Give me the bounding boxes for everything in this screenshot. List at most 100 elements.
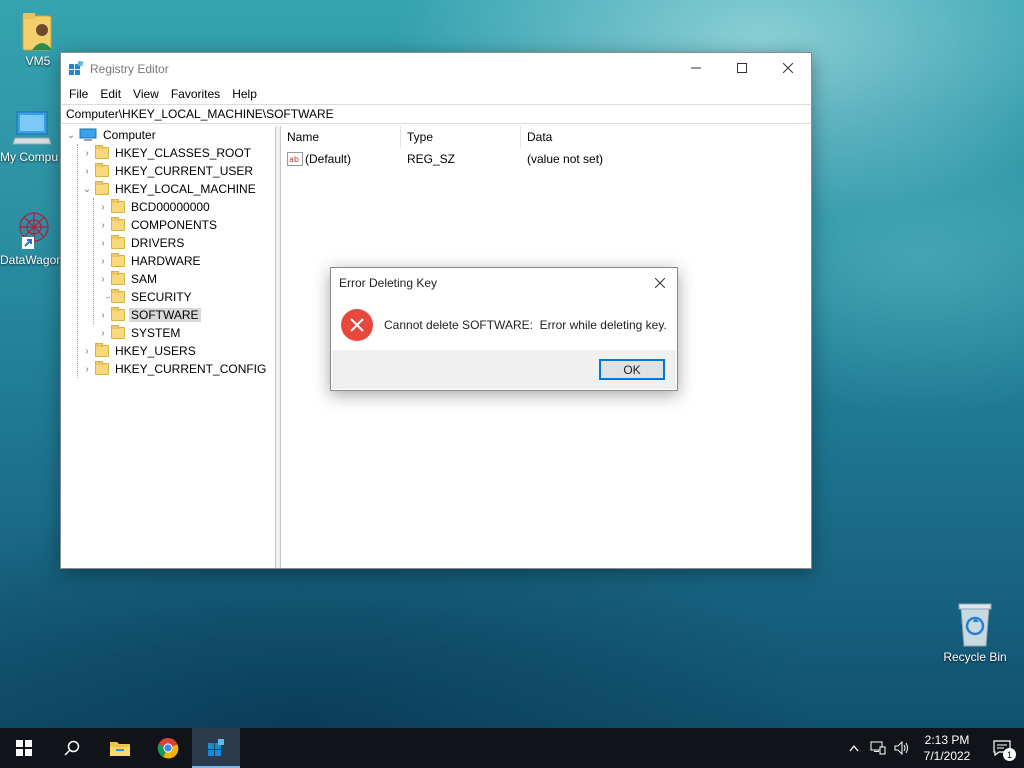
chevron-right-icon[interactable]: › [97,198,109,216]
column-header-data[interactable]: Data [521,126,807,148]
taskbar-file-explorer[interactable] [96,728,144,768]
error-icon [341,309,373,341]
menu-edit[interactable]: Edit [94,87,127,101]
column-header-name[interactable]: Name [281,125,401,148]
tree-item-bcd[interactable]: › BCD00000000 [97,198,212,216]
chevron-right-icon[interactable]: › [97,306,109,324]
action-center-button[interactable]: 1 [980,728,1024,768]
minimize-button[interactable] [673,53,719,83]
clock[interactable]: 2:13 PM 7/1/2022 [914,732,980,764]
user-folder-icon [22,13,52,51]
clock-date: 7/1/2022 [923,749,971,763]
tree-item-components[interactable]: › COMPONENTS [97,216,219,234]
chevron-down-icon[interactable]: ⌄ [65,126,77,144]
window-title: Registry Editor [90,61,169,76]
desktop-icon-recycle-bin[interactable]: Recycle Bin [936,600,1014,664]
ok-button[interactable]: OK [599,359,665,380]
notification-badge: 1 [1003,748,1016,761]
column-header-type[interactable]: Type [401,125,521,148]
tree-item-label: HKEY_CURRENT_CONFIG [115,362,267,376]
tree-item-hkcr[interactable]: › HKEY_CLASSES_ROOT [81,144,253,162]
tree-item-label: COMPONENTS [131,218,218,232]
tree-item-label: HKEY_CLASSES_ROOT [115,146,252,160]
folder-icon [95,361,109,375]
folder-icon [95,145,109,159]
tree-item-hklm[interactable]: ⌄ HKEY_LOCAL_MACHINE [81,180,258,198]
chevron-down-icon[interactable]: ⌄ [81,180,93,198]
registry-editor-icon [208,739,224,756]
tree-item-label: HKEY_LOCAL_MACHINE [115,182,256,196]
tree-item-hardware[interactable]: › HARDWARE [97,252,203,270]
tree-item-label: HKEY_USERS [115,344,196,358]
tree-item-hkcu[interactable]: › HKEY_CURRENT_USER [81,162,255,180]
tree-item-label: SAM [131,272,158,286]
chevron-right-icon[interactable]: › [97,216,109,234]
folder-icon [111,235,125,249]
tree-item-software[interactable]: › SOFTWARE [97,306,201,324]
folder-icon [95,163,109,177]
title-bar[interactable]: Registry Editor [61,53,811,84]
chevron-right-icon[interactable]: › [81,360,93,378]
close-button[interactable] [765,53,811,83]
value-name: (Default) [305,152,352,166]
recycle-bin-icon [958,603,992,647]
tree-connector [93,198,94,324]
chevron-right-icon[interactable]: › [97,252,109,270]
chevron-right-icon[interactable]: › [81,162,93,180]
desktop-icon-my-computer[interactable]: My Compu [0,108,62,164]
value-row[interactable]: ab (Default) REG_SZ (value not set) [281,150,811,168]
folder-icon [111,199,125,213]
tree-item-drivers[interactable]: › DRIVERS [97,234,186,252]
search-button[interactable] [48,728,96,768]
volume-button[interactable] [890,728,914,768]
desktop-icon-label: My Compu [0,150,59,164]
maximize-button[interactable] [719,53,765,83]
close-icon [783,63,793,73]
tree-item-hku[interactable]: › HKEY_USERS [81,342,198,360]
menu-help[interactable]: Help [226,87,263,101]
network-button[interactable] [866,728,890,768]
registry-editor-icon [69,60,84,75]
dialog-title-bar[interactable]: Error Deleting Key [331,268,677,298]
folder-icon [111,307,125,321]
tree-item-label: Computer [103,128,156,142]
chevron-right-icon[interactable]: › [81,144,93,162]
tree-item-hkcc[interactable]: › HKEY_CURRENT_CONFIG [81,360,268,378]
show-hidden-icons-button[interactable] [842,728,866,768]
chevron-right-icon[interactable]: › [81,342,93,360]
dialog-close-button[interactable] [649,272,671,294]
tree-item-label: SECURITY [131,290,192,304]
folder-icon [95,181,109,195]
start-button[interactable] [0,728,48,768]
menu-bar: File Edit View Favorites Help [61,84,811,104]
address-text: Computer\HKEY_LOCAL_MACHINE\SOFTWARE [66,107,334,121]
key-tree: ⌄ Computer › HKEY_CLASSES_ROOT › HKEY_CU… [61,126,276,568]
desktop-icon-datawagon[interactable]: DataWagon [0,207,62,267]
desktop-icon-label: DataWagon [0,253,62,267]
taskbar-chrome[interactable] [144,728,192,768]
tree-item-system[interactable]: › SYSTEM [97,324,182,342]
chevron-up-icon [849,744,859,752]
chevron-right-icon[interactable]: › [97,270,109,288]
tree-item-sam[interactable]: › SAM [97,270,159,288]
taskbar-registry-editor[interactable] [192,728,240,768]
tree-item-security[interactable]: SECURITY [97,288,194,306]
column-headers: Name Type Data [281,125,811,148]
folder-icon [111,217,125,231]
clock-time: 2:13 PM [924,733,970,747]
chevron-right-icon[interactable]: › [97,324,109,342]
computer-icon [12,111,51,145]
folder-icon [111,325,125,339]
folder-icon [95,343,109,357]
search-icon [64,740,80,756]
menu-favorites[interactable]: Favorites [165,87,226,101]
tree-item-computer[interactable]: ⌄ Computer [65,126,158,144]
menu-view[interactable]: View [127,87,165,101]
dialog-title: Error Deleting Key [339,276,438,290]
menu-file[interactable]: File [63,87,94,101]
taskbar: 2:13 PM 7/1/2022 1 [0,728,1024,768]
address-bar[interactable]: Computer\HKEY_LOCAL_MACHINE\SOFTWARE [61,104,811,124]
system-tray: 2:13 PM 7/1/2022 1 [842,728,1024,768]
chevron-right-icon[interactable]: › [97,234,109,252]
error-dialog: Error Deleting Key Cannot delete SOFTWAR… [330,267,678,391]
